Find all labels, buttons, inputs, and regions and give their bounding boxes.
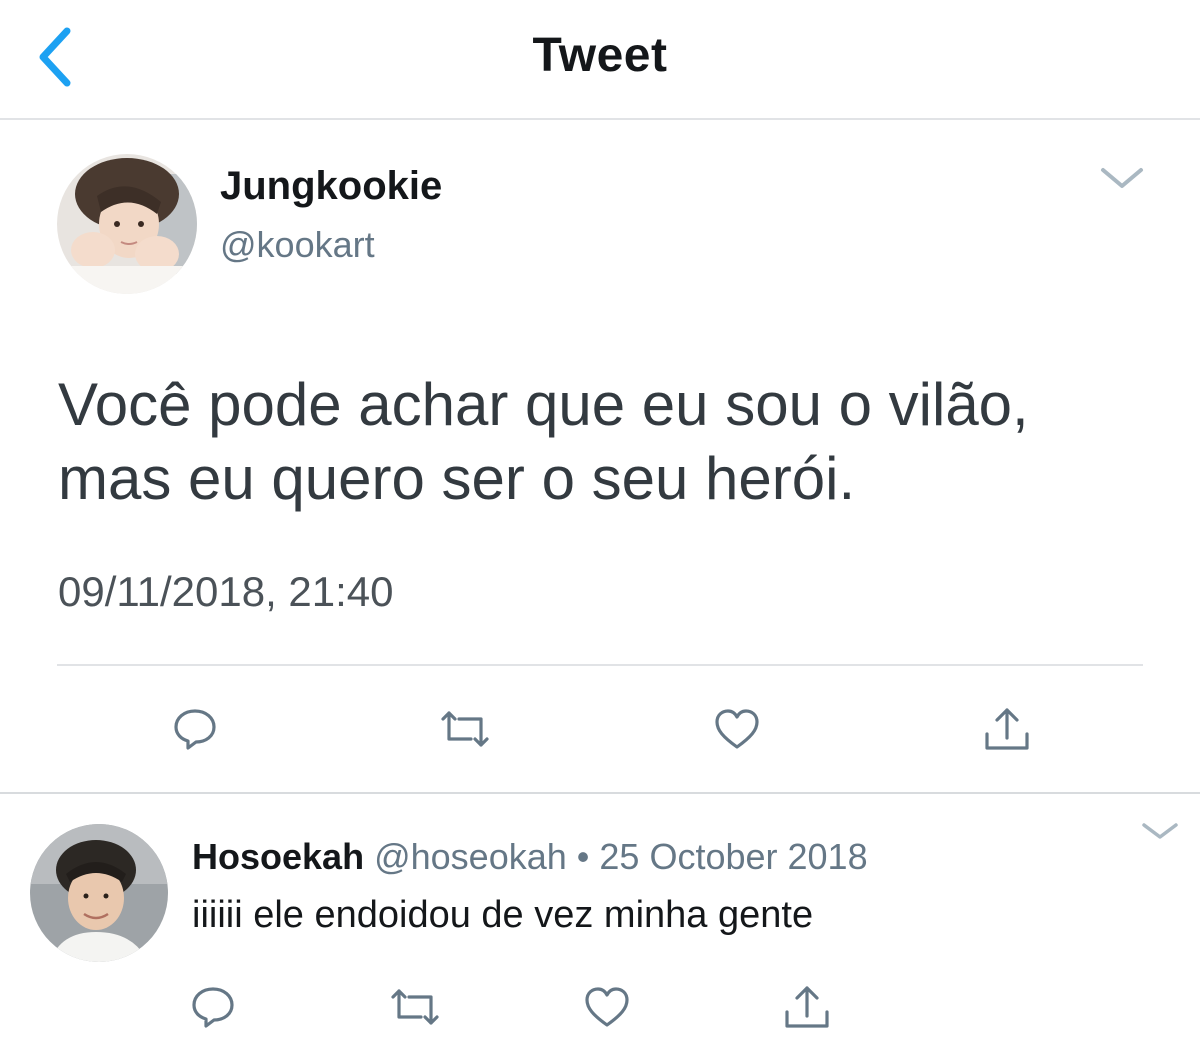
reply-button[interactable] (160, 694, 230, 764)
reply-icon (174, 709, 216, 750)
more-options-button[interactable] (1096, 158, 1148, 198)
tweet-text: Você pode achar que eu sou o vilão, mas … (58, 371, 1029, 512)
retweet-button[interactable] (380, 972, 450, 1042)
chevron-down-icon (1142, 823, 1178, 839)
reply-text: iiiiii ele endoidou de vez minha gente (192, 894, 814, 936)
like-button[interactable] (702, 694, 772, 764)
profile-photo (57, 154, 197, 294)
share-icon (785, 986, 829, 1028)
reply-avatar[interactable] (30, 824, 168, 962)
author-name[interactable]: Jungkookie (220, 164, 442, 209)
like-icon (715, 709, 759, 749)
reply-date: 25 October 2018 (599, 836, 868, 877)
page-title: Tweet (532, 29, 668, 82)
reply-more-options-button[interactable] (1138, 816, 1182, 846)
navigation-bar: Tweet (0, 0, 1200, 120)
share-button[interactable] (972, 694, 1042, 764)
main-tweet: Jungkookie @kookart Você pode achar que … (0, 120, 1200, 794)
section-divider (0, 792, 1200, 794)
reply-icon (192, 987, 234, 1028)
tweet-timestamp[interactable]: 09/11/2018, 21:40 (58, 568, 394, 616)
reply-author-name[interactable]: Hosoekah (192, 836, 364, 877)
reply-header: Hosoekah @hoseokah • 25 October 2018 (192, 836, 868, 878)
reply-button[interactable] (178, 972, 248, 1042)
divider (57, 664, 1143, 666)
reply-tweet[interactable]: Hosoekah @hoseokah • 25 October 2018 iii… (0, 796, 1200, 1057)
retweet-icon (391, 989, 439, 1025)
share-icon (985, 708, 1029, 750)
avatar[interactable] (57, 154, 197, 294)
separator-dot: • (576, 836, 590, 877)
retweet-button[interactable] (430, 694, 500, 764)
retweet-icon (441, 711, 489, 747)
like-icon (585, 987, 629, 1027)
like-button[interactable] (572, 972, 642, 1042)
reply-author-handle[interactable]: @hoseokah (374, 836, 567, 877)
chevron-down-icon (1101, 168, 1143, 188)
author-handle[interactable]: @kookart (220, 224, 375, 266)
share-button[interactable] (772, 972, 842, 1042)
profile-photo (30, 824, 168, 962)
